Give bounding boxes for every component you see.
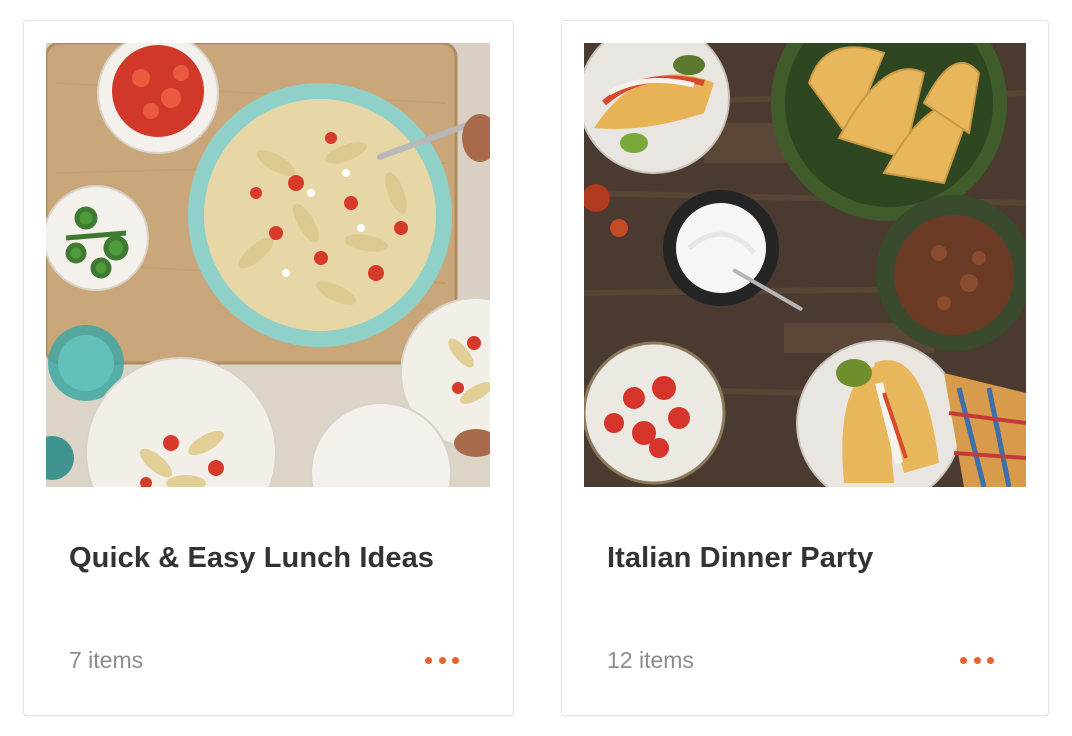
dot: [425, 656, 432, 664]
collections-grid: Quick & Easy Lunch Ideas 7 items Italian…: [0, 0, 1072, 736]
collection-card[interactable]: Quick & Easy Lunch Ideas 7 items: [23, 20, 514, 716]
collection-item-count: 12 items: [607, 647, 694, 673]
collection-cover-image[interactable]: [46, 43, 490, 487]
collection-cover-image[interactable]: [584, 43, 1026, 487]
dot: [987, 656, 994, 664]
dot: [438, 656, 446, 664]
dot: [960, 656, 967, 664]
dot: [452, 656, 459, 664]
collection-title[interactable]: Quick & Easy Lunch Ideas: [69, 542, 434, 575]
dot: [973, 656, 981, 664]
collection-title[interactable]: Italian Dinner Party: [607, 542, 873, 575]
collection-card[interactable]: Italian Dinner Party 12 items: [561, 20, 1049, 716]
more-horizontal-icon[interactable]: [425, 650, 459, 670]
more-horizontal-icon[interactable]: [960, 650, 994, 670]
collection-item-count: 7 items: [69, 647, 144, 673]
